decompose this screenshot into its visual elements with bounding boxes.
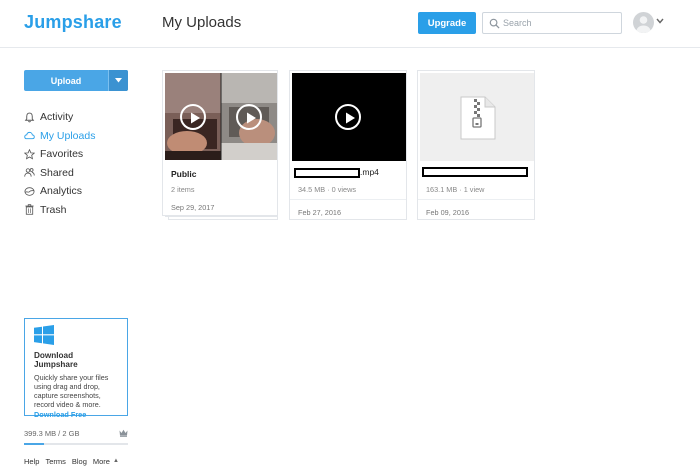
search-box[interactable] xyxy=(482,12,622,34)
trash-icon xyxy=(25,204,34,215)
redacted-filename xyxy=(422,167,528,177)
analytics-icon xyxy=(24,186,35,196)
play-icon[interactable] xyxy=(335,104,361,130)
bell-icon xyxy=(24,112,35,123)
user-silhouette-icon xyxy=(636,16,651,33)
storage-progress-fill xyxy=(24,443,45,445)
windows-logo-icon xyxy=(34,325,54,345)
footer-link-more[interactable]: More xyxy=(93,457,110,466)
file-footer: Feb 09, 2016 xyxy=(418,199,534,220)
footer-link-blog[interactable]: Blog xyxy=(72,457,87,466)
search-input[interactable] xyxy=(503,15,617,31)
sidebar-item-label: Analytics xyxy=(40,185,83,198)
promo-title: Download Jumpshare xyxy=(34,351,78,369)
file-footer: Feb 27, 2016 xyxy=(290,199,406,220)
sidebar-item-trash[interactable]: Trash xyxy=(24,201,134,220)
sidebar-item-analytics[interactable]: Analytics xyxy=(24,182,134,201)
caret-up-icon[interactable]: ▲ xyxy=(113,458,119,467)
file-meta: 34.5 MB · 0 views xyxy=(298,185,356,194)
footer-link-help[interactable]: Help xyxy=(24,457,39,466)
file-card-folder[interactable]: Public 2 items Sep 29, 2017 xyxy=(162,70,278,216)
download-free-link[interactable]: Download Free xyxy=(34,410,118,419)
file-card-zip[interactable]: 163.1 MB · 1 view Feb 09, 2016 xyxy=(417,70,535,220)
file-footer: Sep 29, 2017 xyxy=(163,199,277,217)
video-thumbnail xyxy=(292,73,406,161)
file-date: Sep 29, 2017 xyxy=(171,203,215,212)
file-meta: 2 items xyxy=(171,185,195,194)
sidebar-item-shared[interactable]: Shared xyxy=(24,164,134,183)
file-title[interactable]: Public xyxy=(171,169,197,179)
storage-usage-text: 399.3 MB / 2 GB xyxy=(24,429,80,438)
promo-description: Quickly share your files using drag and … xyxy=(34,373,109,409)
sidebar-item-label: Shared xyxy=(40,166,74,179)
folder-thumbnail xyxy=(165,73,277,160)
sidebar-item-label: Trash xyxy=(40,203,67,216)
search-icon xyxy=(489,18,500,29)
download-app-promo: Download Jumpshare Quickly share your fi… xyxy=(24,318,128,419)
upgrade-button[interactable]: Upgrade xyxy=(418,12,476,34)
file-meta: 163.1 MB · 1 view xyxy=(426,185,485,194)
footer-link-terms[interactable]: Terms xyxy=(45,457,65,466)
sidebar-item-activity[interactable]: Activity xyxy=(24,108,134,127)
star-icon xyxy=(24,148,35,160)
sidebar-item-favorites[interactable]: Favorites xyxy=(24,145,134,164)
chevron-down-icon[interactable] xyxy=(656,18,664,24)
crown-icon[interactable] xyxy=(119,429,128,437)
avatar[interactable] xyxy=(633,12,654,33)
zip-file-icon xyxy=(460,96,496,140)
upload-button-label[interactable]: Upload xyxy=(24,70,108,91)
users-icon xyxy=(24,168,35,177)
sidebar-item-label: Activity xyxy=(40,111,74,124)
sidebar-item-my-uploads[interactable]: My Uploads xyxy=(24,127,134,146)
file-extension: .mp4 xyxy=(360,167,379,177)
redacted-filename xyxy=(294,167,360,178)
caret-down-icon xyxy=(115,78,122,83)
jumpshare-logo[interactable]: Jumpshare xyxy=(24,12,122,33)
play-icon[interactable] xyxy=(236,104,262,130)
file-card-video[interactable]: .mp4 34.5 MB · 0 views Feb 27, 2016 xyxy=(289,70,407,220)
storage-progress-bar xyxy=(24,443,128,445)
page-title: My Uploads xyxy=(162,14,242,31)
play-icon[interactable] xyxy=(180,104,206,130)
footer-links: Help Terms Blog More ▲ xyxy=(24,457,119,466)
top-header: Jumpshare My Uploads Upgrade xyxy=(0,0,700,48)
file-date: Feb 09, 2016 xyxy=(426,208,470,217)
upload-dropdown-toggle[interactable] xyxy=(108,70,128,91)
file-title[interactable] xyxy=(422,167,528,179)
sidebar-nav: Activity My Uploads Favorites Shared Ana… xyxy=(24,108,134,219)
cloud-icon xyxy=(24,132,35,140)
upload-button[interactable]: Upload xyxy=(24,70,128,91)
sidebar-item-label: My Uploads xyxy=(40,129,96,142)
zip-thumbnail xyxy=(420,73,534,161)
file-title[interactable]: .mp4 xyxy=(294,167,379,178)
sidebar-item-label: Favorites xyxy=(40,148,84,161)
file-date: Feb 27, 2016 xyxy=(298,208,342,217)
